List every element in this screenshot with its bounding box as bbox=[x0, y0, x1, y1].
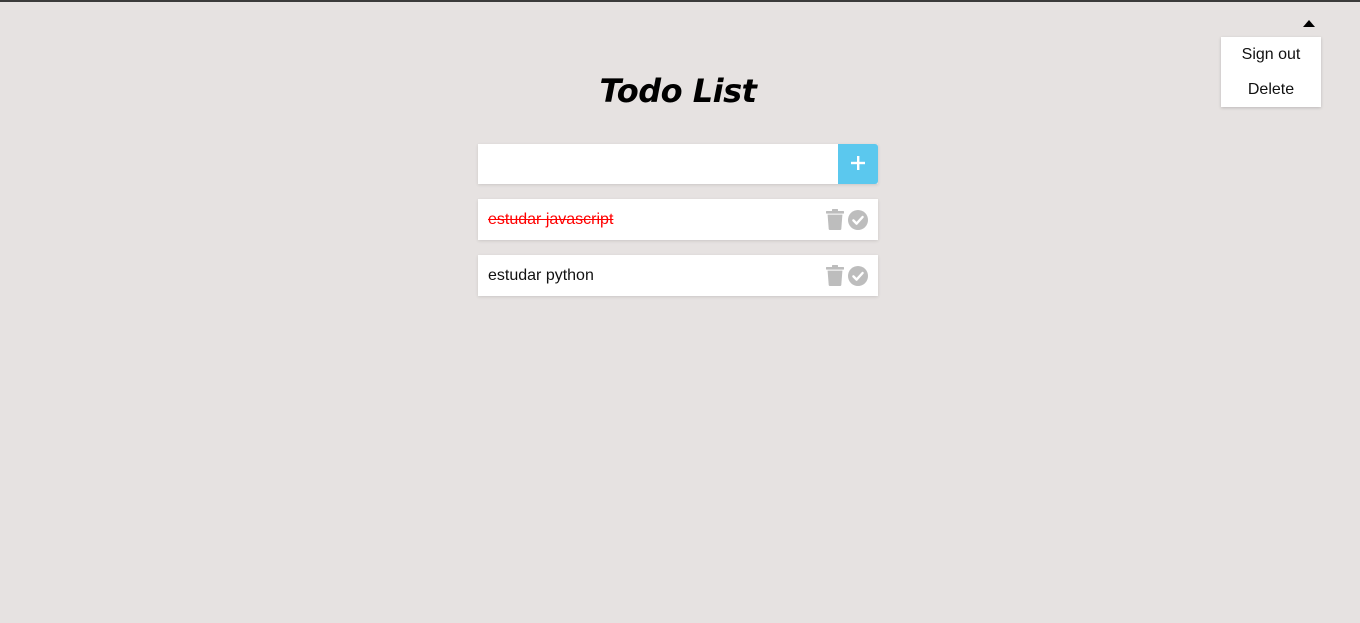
todo-list: estudar javascript estudar python bbox=[478, 199, 878, 311]
plus-icon bbox=[850, 155, 866, 174]
new-todo-input[interactable] bbox=[478, 144, 838, 184]
add-todo-button[interactable] bbox=[838, 144, 878, 184]
check-circle-icon[interactable] bbox=[848, 265, 868, 286]
sign-out-menu-item[interactable]: Sign out bbox=[1221, 37, 1321, 72]
check-circle-icon[interactable] bbox=[848, 209, 868, 230]
new-todo-form bbox=[478, 144, 878, 184]
top-border bbox=[0, 0, 1360, 2]
caret-up-icon[interactable] bbox=[1302, 19, 1316, 28]
trash-icon[interactable] bbox=[826, 265, 844, 286]
todo-text: estudar python bbox=[488, 266, 594, 284]
trash-icon[interactable] bbox=[826, 209, 844, 230]
todo-text: estudar javascript bbox=[488, 210, 614, 228]
page-title: Todo List bbox=[599, 72, 757, 110]
todo-item: estudar python bbox=[478, 255, 878, 296]
todo-item: estudar javascript bbox=[478, 199, 878, 240]
